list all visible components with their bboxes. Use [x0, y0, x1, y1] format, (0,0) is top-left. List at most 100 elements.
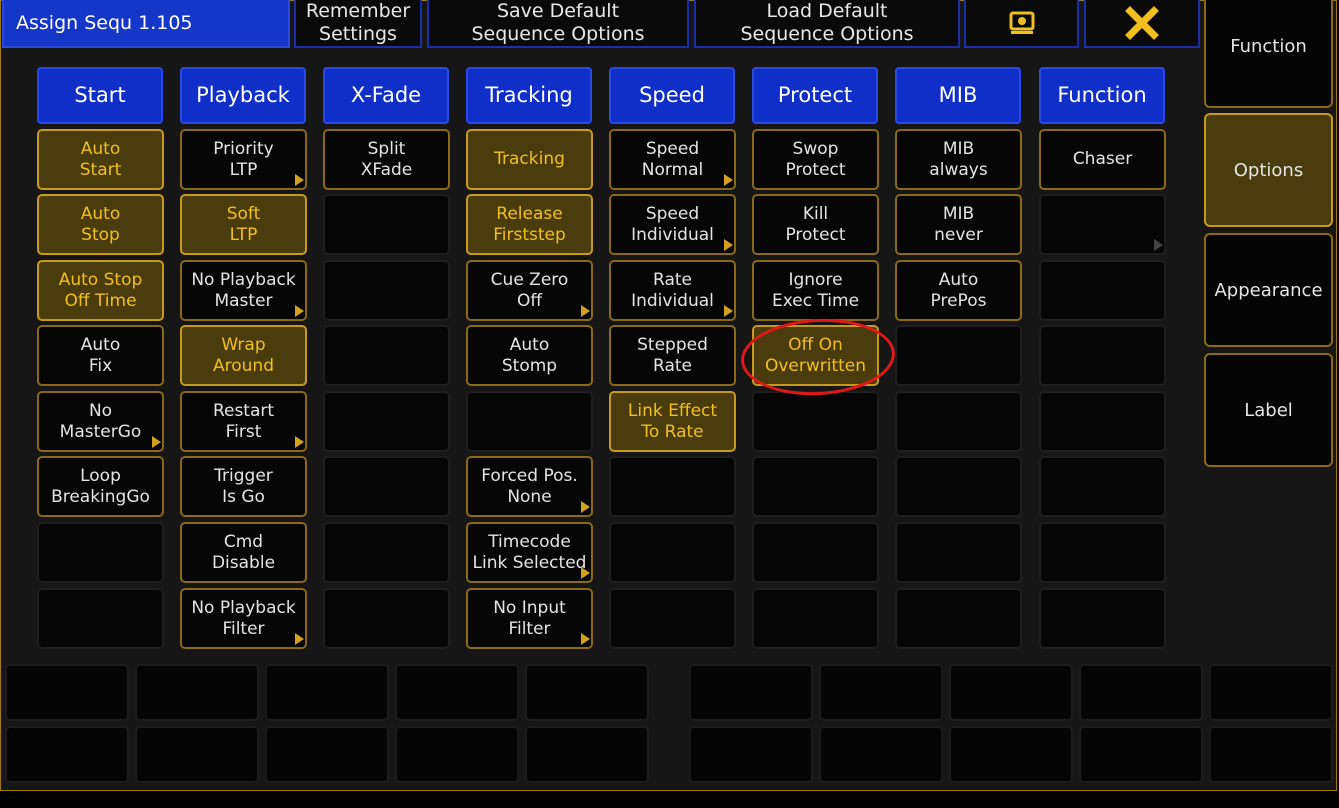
- empty-slot: [949, 726, 1073, 783]
- option-priority-ltp[interactable]: Priority LTP: [180, 129, 307, 190]
- option-label-line: Priority: [213, 138, 274, 159]
- option-split-xfade[interactable]: Split XFade: [323, 129, 450, 190]
- column-header-tracking[interactable]: Tracking: [466, 67, 592, 124]
- option-auto-start[interactable]: Auto Start: [37, 129, 164, 190]
- empty-option-cell: [466, 391, 593, 452]
- option-rate-individual[interactable]: Rate Individual: [609, 260, 736, 321]
- column-header-speed[interactable]: Speed: [609, 67, 735, 124]
- option-label-line: Tracking: [494, 149, 565, 169]
- option-label-line: No: [88, 400, 113, 421]
- option-label-line: MIB: [942, 138, 975, 159]
- column-header-mib[interactable]: MIB: [895, 67, 1021, 124]
- option-label-line: Auto: [938, 269, 979, 290]
- save-default-label-line2: Sequence Options: [471, 23, 645, 45]
- option-no-mastergo[interactable]: No MasterGo: [37, 391, 164, 452]
- empty-option-cell: [609, 522, 736, 583]
- submenu-arrow-icon: [724, 239, 733, 251]
- option-label-line: MIB: [942, 203, 975, 224]
- empty-option-cell: [323, 391, 450, 452]
- empty-option-cell: [37, 522, 164, 583]
- option-trigger-is-go[interactable]: Trigger Is Go: [180, 456, 307, 517]
- option-label-line: Cue Zero: [490, 269, 569, 290]
- option-auto-stomp[interactable]: Auto Stomp: [466, 325, 593, 386]
- option-soft-ltp[interactable]: Soft LTP: [180, 194, 307, 255]
- empty-option-cell: [752, 522, 879, 583]
- option-label-line: Trigger: [214, 465, 273, 486]
- option-release-firststep[interactable]: Release Firststep: [466, 194, 593, 255]
- option-label-line: Rate: [653, 355, 692, 376]
- option-auto-stop[interactable]: Auto Stop: [37, 194, 164, 255]
- option-ignore-exec-time[interactable]: Ignore Exec Time: [752, 260, 879, 321]
- empty-option-cell: [323, 522, 450, 583]
- option-auto-fix[interactable]: Auto Fix: [37, 325, 164, 386]
- remember-settings-label-line1: Remember: [305, 0, 411, 22]
- option-label-line: Auto: [80, 203, 121, 224]
- side-tab-label[interactable]: Label: [1204, 353, 1333, 467]
- close-button[interactable]: [1084, 0, 1200, 48]
- column-header-playback[interactable]: Playback: [180, 67, 306, 124]
- option-mib-always[interactable]: MIB always: [895, 129, 1022, 190]
- side-tab-label: Function: [1230, 36, 1307, 57]
- option-chaser[interactable]: Chaser: [1039, 129, 1166, 190]
- option-label-line: Speed: [645, 203, 700, 224]
- option-label-line: None: [507, 486, 552, 507]
- empty-slot: [689, 664, 813, 721]
- screenshot-button[interactable]: [964, 0, 1079, 48]
- option-label-line: Stomp: [501, 355, 558, 376]
- option-label-line: Chaser: [1072, 149, 1133, 169]
- load-default-label-line2: Sequence Options: [740, 23, 914, 45]
- empty-slot: [1079, 664, 1203, 721]
- load-default-sequence-options-button[interactable]: Load Default Sequence Options: [694, 0, 960, 48]
- option-label-line: Auto Stop: [58, 269, 143, 290]
- empty-slot: [525, 726, 649, 783]
- option-label-line: XFade: [360, 159, 413, 180]
- side-tab-appearance[interactable]: Appearance: [1204, 233, 1333, 347]
- option-no-input-filter[interactable]: No Input Filter: [466, 588, 593, 649]
- side-tab-label: Appearance: [1214, 279, 1323, 301]
- option-restart-first[interactable]: Restart First: [180, 391, 307, 452]
- column-header-protect[interactable]: Protect: [752, 67, 878, 124]
- option-loop-breakinggo[interactable]: Loop BreakingGo: [37, 456, 164, 517]
- column-header-start[interactable]: Start: [37, 67, 163, 124]
- option-timecode-link-selected[interactable]: Timecode Link Selected: [466, 522, 593, 583]
- option-label-line: Auto: [80, 138, 121, 159]
- option-wrap-around[interactable]: Wrap Around: [180, 325, 307, 386]
- option-kill-protect[interactable]: Kill Protect: [752, 194, 879, 255]
- option-label-line: Normal: [641, 159, 704, 180]
- empty-option-cell: [895, 522, 1022, 583]
- option-forced-pos-none[interactable]: Forced Pos. None: [466, 456, 593, 517]
- option-label-line: Protect: [785, 159, 846, 180]
- empty-slot: [1209, 664, 1333, 721]
- option-auto-prepos[interactable]: Auto PrePos: [895, 260, 1022, 321]
- option-stepped-rate[interactable]: Stepped Rate: [609, 325, 736, 386]
- save-default-sequence-options-button[interactable]: Save Default Sequence Options: [427, 0, 689, 48]
- side-tab-options[interactable]: Options: [1204, 113, 1333, 227]
- option-cue-zero-off[interactable]: Cue Zero Off: [466, 260, 593, 321]
- option-no-playback-filter[interactable]: No Playback Filter: [180, 588, 307, 649]
- option-no-playback-master[interactable]: No Playback Master: [180, 260, 307, 321]
- empty-slot: [1209, 726, 1333, 783]
- column-header-function[interactable]: Function: [1039, 67, 1165, 124]
- empty-slot: [395, 664, 519, 721]
- option-label-line: Cmd: [223, 531, 264, 552]
- option-link-effect-to-rate[interactable]: Link Effect To Rate: [609, 391, 736, 452]
- side-tab-function[interactable]: Function: [1204, 0, 1333, 108]
- option-swop-protect[interactable]: Swop Protect: [752, 129, 879, 190]
- option-label-line: Stop: [81, 224, 120, 245]
- option-label-line: Loop: [80, 465, 121, 486]
- option-label-line: Link Effect: [627, 400, 718, 421]
- empty-slot: [949, 664, 1073, 721]
- remember-settings-button[interactable]: Remember Settings: [294, 0, 422, 48]
- column-header-x-fade[interactable]: X-Fade: [323, 67, 449, 124]
- option-label-line: First: [225, 421, 262, 442]
- empty-slot: [265, 726, 389, 783]
- option-cmd-disable[interactable]: Cmd Disable: [180, 522, 307, 583]
- option-tracking[interactable]: Tracking: [466, 129, 593, 190]
- option-speed-individual[interactable]: Speed Individual: [609, 194, 736, 255]
- empty-slot: [395, 726, 519, 783]
- option-mib-never[interactable]: MIB never: [895, 194, 1022, 255]
- option-auto-stop-off-time[interactable]: Auto Stop Off Time: [37, 260, 164, 321]
- option-label-line: Speed: [645, 138, 700, 159]
- option-speed-normal[interactable]: Speed Normal: [609, 129, 736, 190]
- empty-option-cell: [323, 588, 450, 649]
